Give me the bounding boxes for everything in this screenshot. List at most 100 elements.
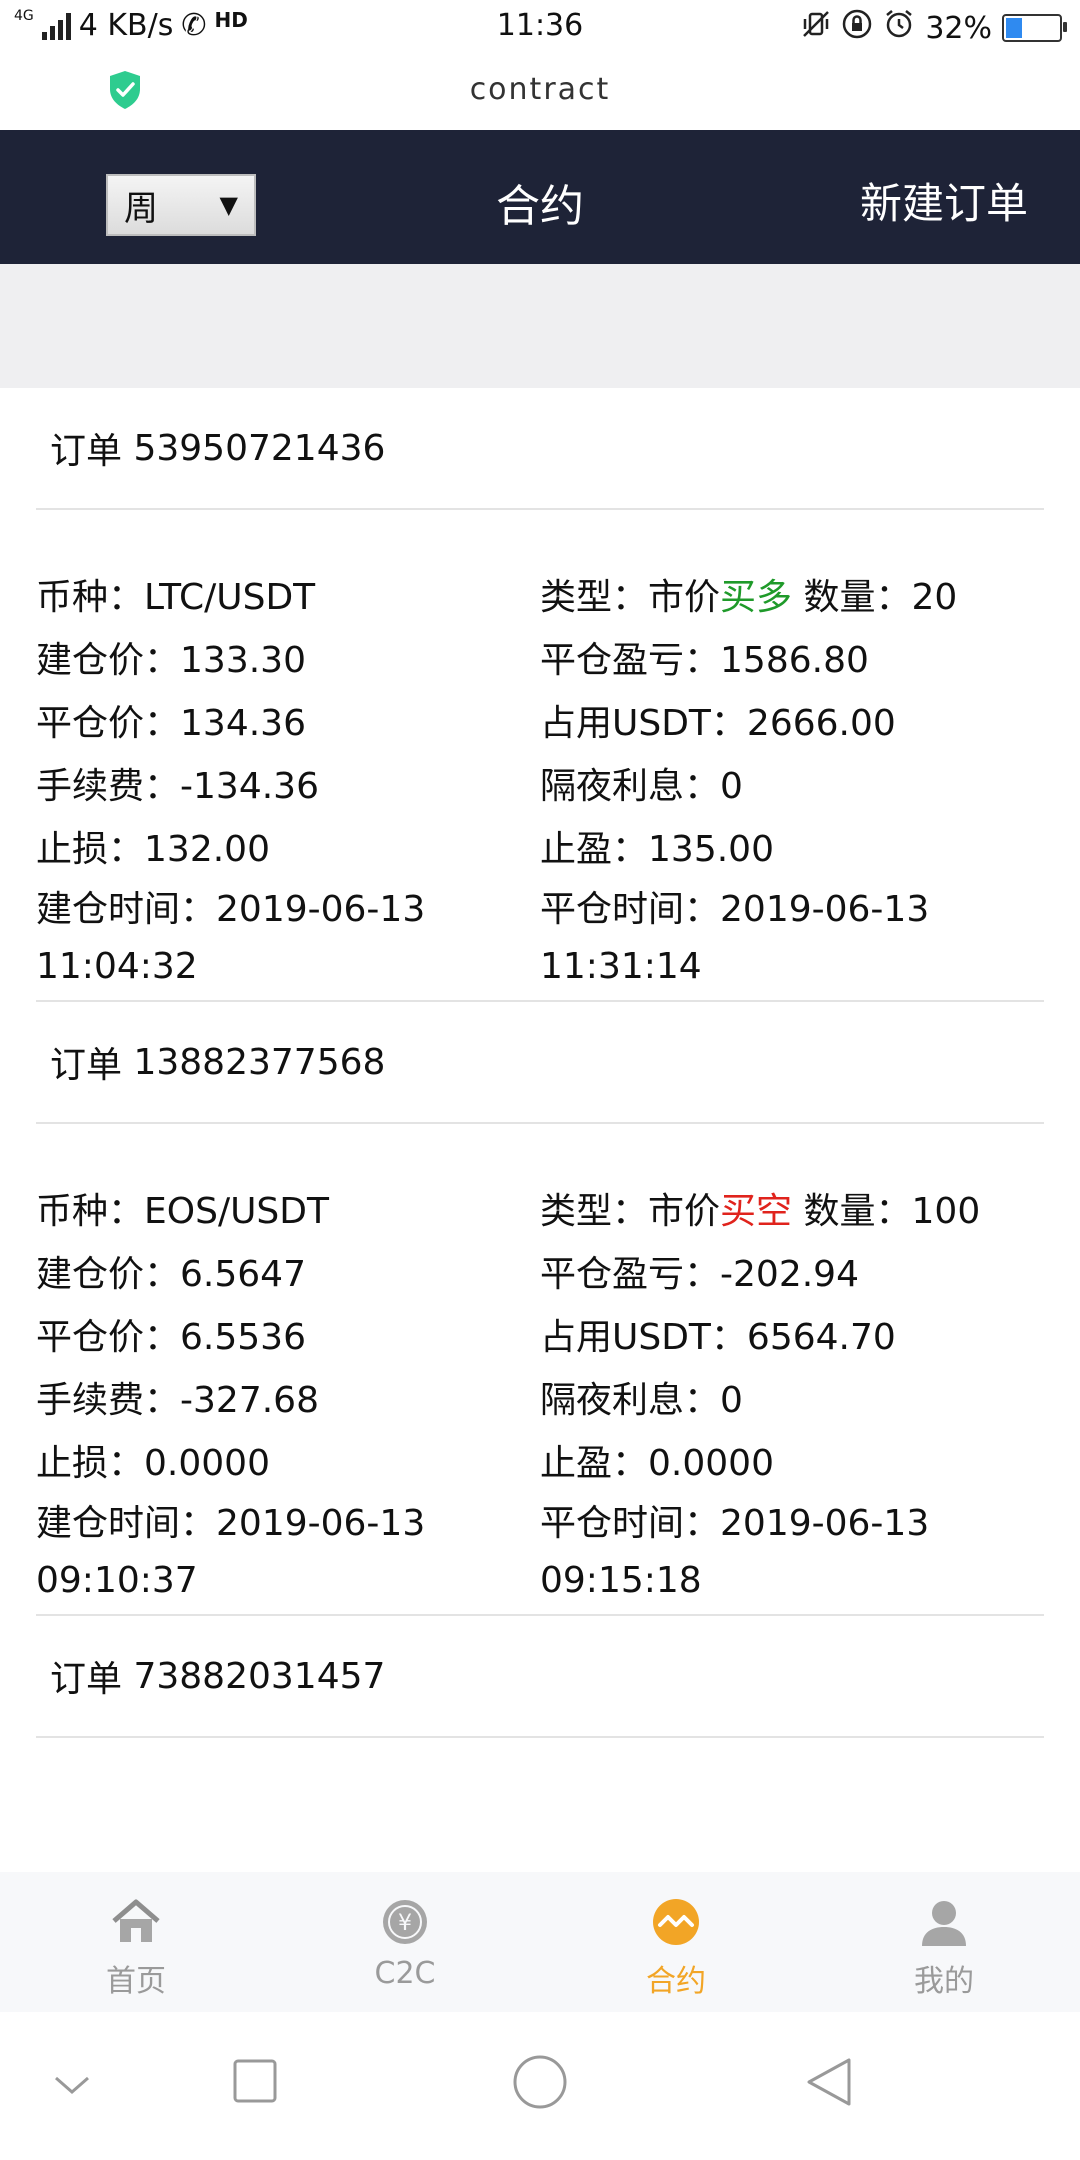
pnl-label: 平仓盈亏： [540, 1254, 721, 1295]
back-button-icon[interactable] [804, 2056, 854, 2108]
order-label: 订单 [50, 431, 123, 472]
open-time-row: 建仓时间：2019-06-13 11:04:32 [36, 881, 540, 987]
stop-loss-row: 止损：0.0000 [36, 1432, 540, 1495]
collapse-chevron-icon[interactable] [52, 2074, 92, 2098]
recent-apps-icon[interactable] [232, 2058, 278, 2104]
alarm-icon [883, 8, 915, 48]
battery-percent: 32% [925, 10, 992, 46]
close-price-row: 平仓价：134.36 [36, 692, 540, 755]
browser-url-bar: contract [0, 56, 1080, 130]
order-id: 73882031457 [133, 1655, 386, 1697]
symbol-row: 币种：EOS/USDT [36, 1180, 540, 1243]
open-time-row: 建仓时间：2019-06-13 09:10:37 [36, 1495, 540, 1601]
status-bar: 4G 4 KB/s ✆ HD 11:36 32% [0, 0, 1080, 56]
pnl-label: 平仓盈亏： [540, 640, 721, 681]
open-price-value: 6.5647 [180, 1254, 306, 1295]
pnl-value: 1586.80 [720, 640, 869, 681]
overnight-value: 0 [720, 766, 743, 807]
overnight-label: 隔夜利息： [540, 1380, 721, 1421]
symbol-row: 币种：LTC/USDT [36, 566, 540, 629]
close-time-row: 平仓时间：2019-06-13 11:31:14 [540, 881, 1044, 987]
take-profit-label: 止盈： [540, 829, 649, 870]
market-price-label: 市价 [648, 577, 721, 618]
overnight-label: 隔夜利息： [540, 766, 721, 807]
stop-loss-value: 0.0000 [144, 1443, 270, 1484]
order-header[interactable]: 订单 53950721436 [36, 388, 1044, 510]
close-price-value: 6.5536 [180, 1317, 306, 1358]
close-price-row: 平仓价：6.5536 [36, 1306, 540, 1369]
open-time-label: 建仓时间： [36, 1503, 217, 1544]
nav-home[interactable]: 首页 [36, 1894, 236, 2000]
fee-row: 手续费：-327.68 [36, 1369, 540, 1432]
pnl-row: 平仓盈亏：-202.94 [540, 1243, 1044, 1306]
close-time-label: 平仓时间： [540, 1503, 721, 1544]
nav-mine[interactable]: 我的 [844, 1894, 1044, 2000]
order-header[interactable]: 订单 73882031457 [36, 1616, 1044, 1738]
open-time-label: 建仓时间： [36, 889, 217, 930]
open-price-label: 建仓价： [36, 640, 181, 681]
order-header[interactable]: 订单 13882377568 [36, 1002, 1044, 1124]
fee-label: 手续费： [36, 766, 181, 807]
content-spacer [0, 264, 1080, 388]
new-order-button[interactable]: 新建订单 [860, 170, 1028, 231]
fee-value: -134.36 [180, 766, 319, 807]
nav-home-label: 首页 [106, 1964, 166, 1999]
overnight-value: 0 [720, 1380, 743, 1421]
quantity-value: 20 [911, 577, 958, 618]
symbol-value: EOS/USDT [144, 1191, 329, 1232]
pnl-value: -202.94 [720, 1254, 859, 1295]
currency-exchange-icon: ¥ [377, 1894, 433, 1950]
stop-loss-label: 止损： [36, 1443, 145, 1484]
type-label: 类型： [540, 1191, 649, 1232]
fee-value: -327.68 [180, 1380, 319, 1421]
pnl-row: 平仓盈亏：1586.80 [540, 629, 1044, 692]
rotation-lock-icon [841, 8, 873, 48]
take-profit-value: 0.0000 [648, 1443, 774, 1484]
contract-icon [648, 1894, 704, 1950]
nav-c2c-label: C2C [374, 1956, 436, 1991]
battery-icon [1002, 14, 1067, 42]
take-profit-row: 止盈：0.0000 [540, 1432, 1044, 1495]
fee-label: 手续费： [36, 1380, 181, 1421]
home-icon [108, 1894, 164, 1950]
symbol-label: 币种： [36, 577, 145, 618]
overnight-row: 隔夜利息：0 [540, 1369, 1044, 1432]
order-list[interactable]: 订单 53950721436 币种：LTC/USDT 建仓价：133.30 平仓… [4, 388, 1076, 1872]
system-navigation-bar [0, 2012, 1080, 2160]
take-profit-row: 止盈：135.00 [540, 818, 1044, 881]
margin-value: 2666.00 [746, 703, 896, 744]
margin-label: 占用USDT： [540, 703, 747, 744]
vibrate-icon [801, 9, 831, 47]
direction-value: 买多 [720, 577, 793, 618]
url-text[interactable]: contract [0, 72, 1080, 107]
margin-row: 占用USDT：2666.00 [540, 692, 1044, 755]
nav-contract[interactable]: 合约 [576, 1894, 776, 2000]
stop-loss-label: 止损： [36, 829, 145, 870]
open-price-value: 133.30 [180, 640, 306, 681]
quantity-label: 数量： [803, 1191, 912, 1232]
app-header: 周 ▼ 合约 新建订单 [0, 130, 1080, 264]
margin-row: 占用USDT：6564.70 [540, 1306, 1044, 1369]
stop-loss-value: 132.00 [144, 829, 270, 870]
bottom-nav: 首页 ¥ C2C 合约 我的 [0, 1872, 1080, 2012]
close-time-row: 平仓时间：2019-06-13 09:15:18 [540, 1495, 1044, 1601]
order-label: 订单 [50, 1045, 123, 1086]
overnight-row: 隔夜利息：0 [540, 755, 1044, 818]
order-id: 13882377568 [133, 1041, 386, 1083]
quantity-label: 数量： [803, 577, 912, 618]
home-button-icon[interactable] [512, 2054, 568, 2110]
close-price-label: 平仓价： [36, 703, 181, 744]
symbol-label: 币种： [36, 1191, 145, 1232]
order-label: 订单 [50, 1659, 123, 1700]
margin-label: 占用USDT： [540, 1317, 747, 1358]
take-profit-value: 135.00 [648, 829, 774, 870]
stop-loss-row: 止损：132.00 [36, 818, 540, 881]
quantity-value: 100 [911, 1191, 981, 1232]
market-price-label: 市价 [648, 1191, 721, 1232]
user-icon [916, 1894, 972, 1950]
nav-c2c[interactable]: ¥ C2C [305, 1894, 505, 1991]
order-details: 币种：LTC/USDT 建仓价：133.30 平仓价：134.36 手续费：-1… [36, 510, 1044, 1002]
open-price-label: 建仓价： [36, 1254, 181, 1295]
fee-row: 手续费：-134.36 [36, 755, 540, 818]
take-profit-label: 止盈： [540, 1443, 649, 1484]
